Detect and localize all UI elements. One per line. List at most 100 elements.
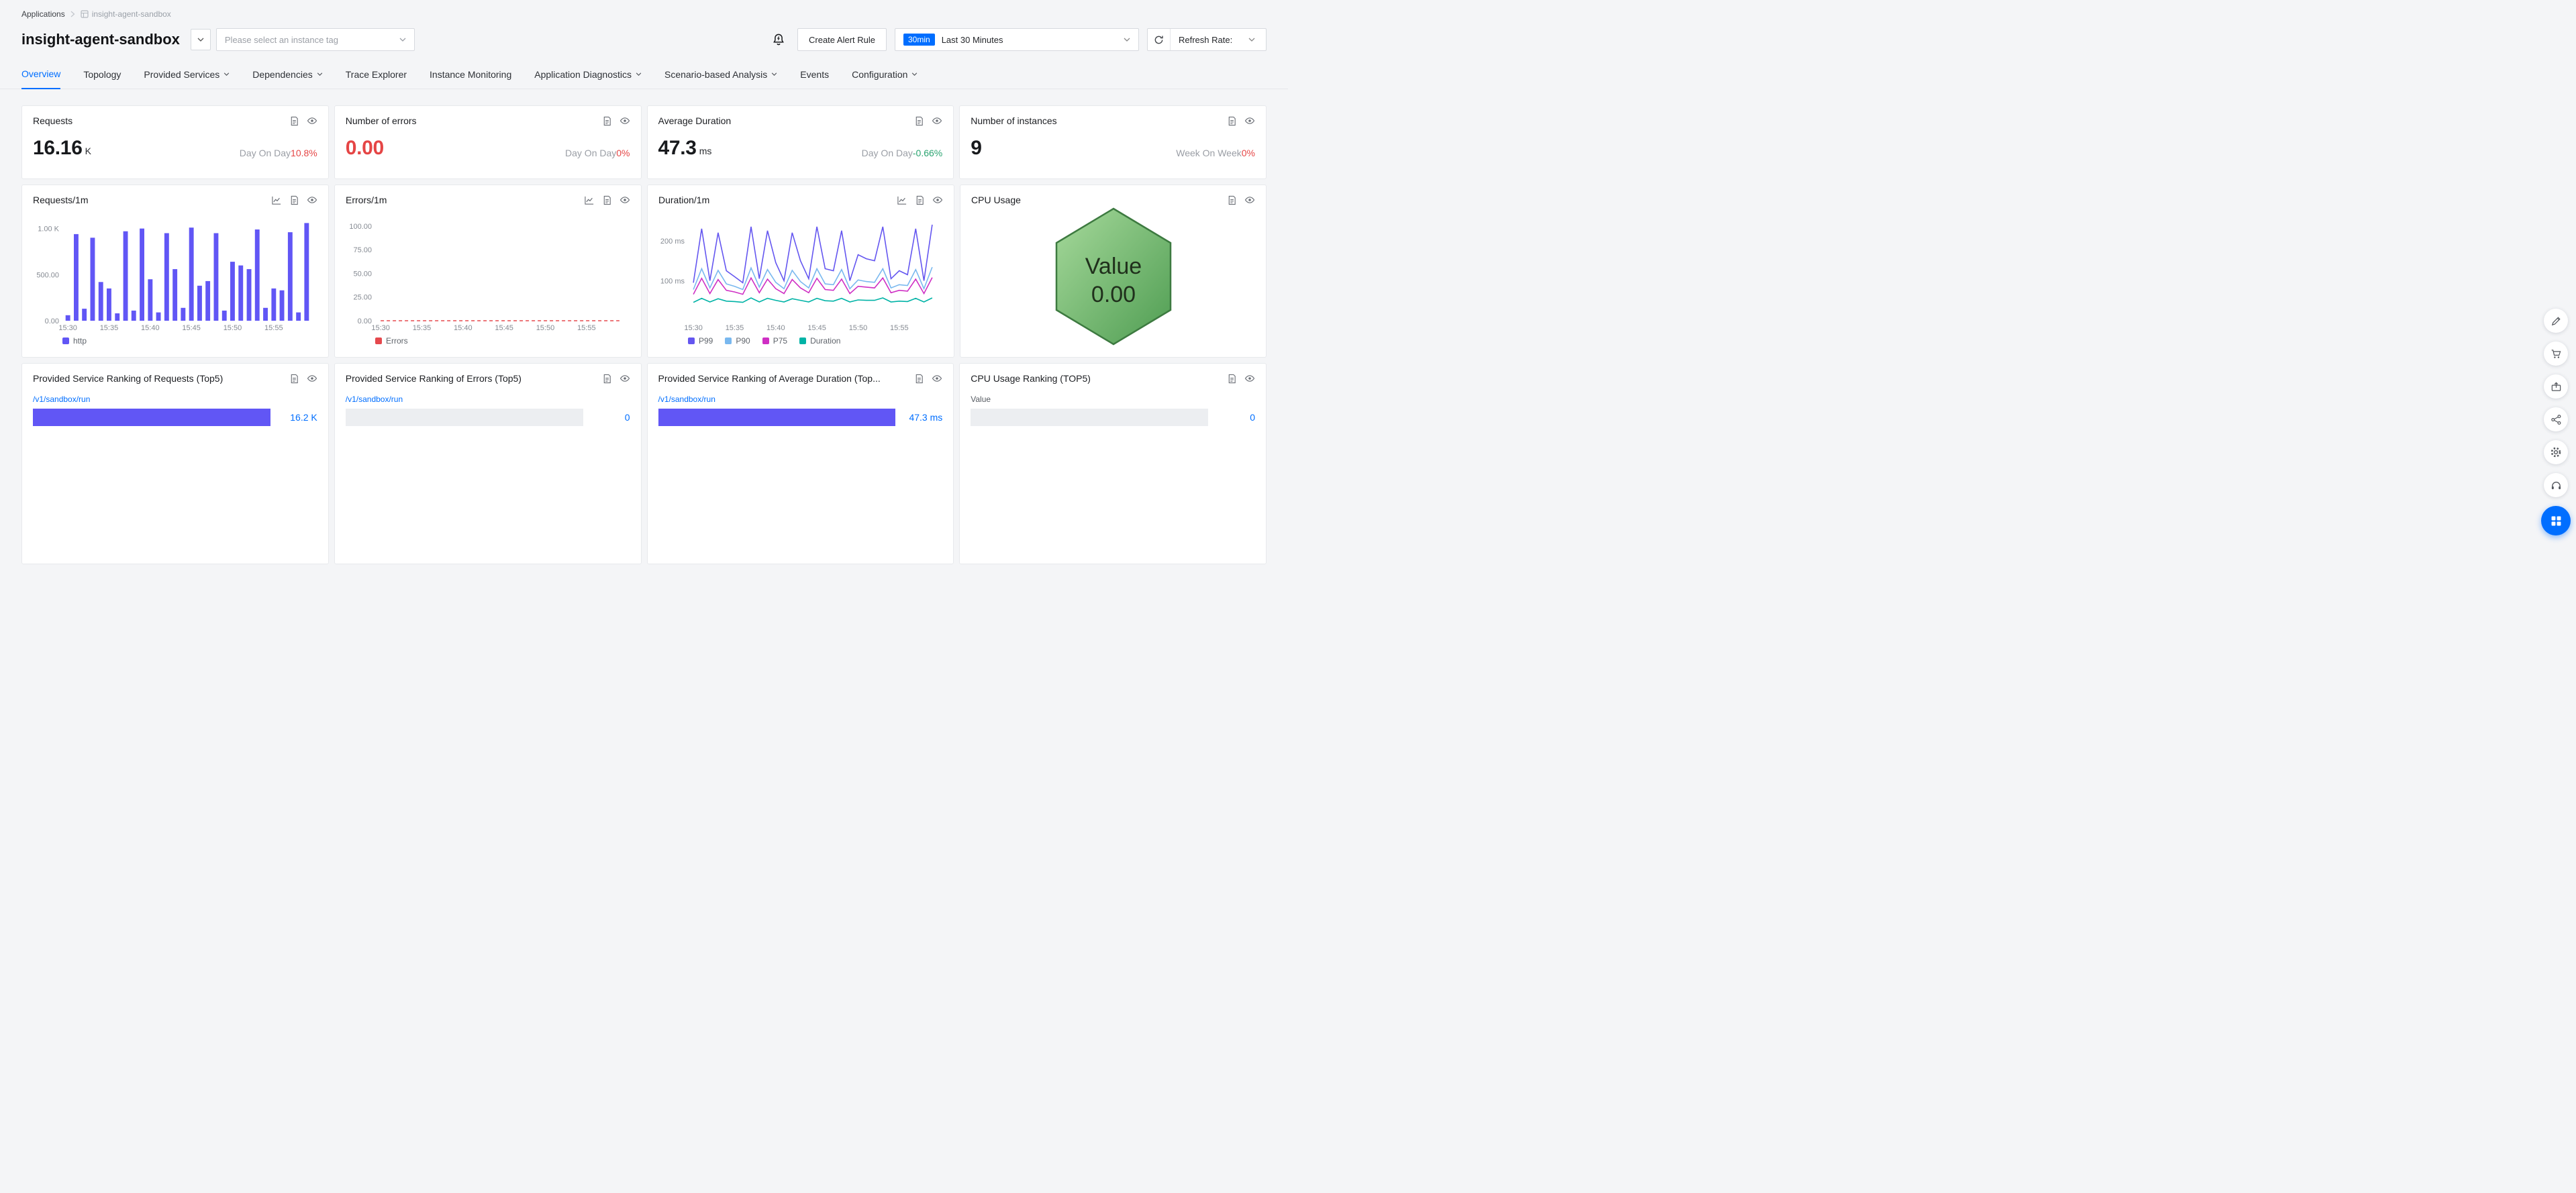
- rank-bar-track: [33, 409, 270, 426]
- doc-icon[interactable]: [602, 374, 612, 384]
- notification-bell-icon[interactable]: [772, 33, 785, 47]
- eye-icon[interactable]: [1244, 115, 1255, 126]
- tab-configuration[interactable]: Configuration: [852, 62, 918, 89]
- eye-icon[interactable]: [620, 115, 630, 126]
- trend-chart-icon[interactable]: [271, 195, 282, 205]
- rank-label: Value: [971, 395, 991, 404]
- eye-icon[interactable]: [620, 195, 630, 205]
- tab-instance-monitoring[interactable]: Instance Monitoring: [430, 62, 511, 89]
- breadcrumb-applications[interactable]: Applications: [21, 9, 65, 19]
- legend-item[interactable]: P99: [688, 336, 713, 346]
- tab-events[interactable]: Events: [800, 62, 829, 89]
- export-icon[interactable]: [2544, 374, 2568, 399]
- eye-icon[interactable]: [307, 373, 317, 384]
- rank-value: 16.2 K: [280, 412, 317, 423]
- legend-item[interactable]: P75: [762, 336, 787, 346]
- settings-gear-icon[interactable]: [2544, 440, 2568, 464]
- doc-icon[interactable]: [289, 195, 299, 205]
- tab-trace-explorer[interactable]: Trace Explorer: [346, 62, 407, 89]
- svg-text:50.00: 50.00: [353, 270, 372, 278]
- tab-label: Dependencies: [252, 69, 313, 80]
- chart-card-cpu-usage: CPU Usage Value 0.00: [960, 185, 1267, 358]
- chevron-down-icon: [197, 38, 204, 42]
- cpu-usage-hexagon[interactable]: Value 0.00: [971, 205, 1255, 348]
- tab-application-diagnostics[interactable]: Application Diagnostics: [534, 62, 642, 89]
- doc-icon[interactable]: [1227, 374, 1237, 384]
- stat-card-requests: Requests 16.16K Day On Day10.8%: [21, 105, 329, 179]
- refresh-icon: [1154, 35, 1164, 45]
- legend-item[interactable]: Errors: [375, 336, 408, 346]
- eye-icon[interactable]: [932, 195, 943, 205]
- svg-text:75.00: 75.00: [353, 246, 372, 254]
- chevron-down-icon: [317, 72, 323, 76]
- tab-scenario-based-analysis[interactable]: Scenario-based Analysis: [664, 62, 777, 89]
- doc-icon[interactable]: [914, 116, 924, 126]
- cart-icon[interactable]: [2544, 342, 2568, 366]
- create-alert-rule-button[interactable]: Create Alert Rule: [797, 28, 887, 51]
- refresh-group: Refresh Rate:: [1147, 28, 1267, 51]
- edit-icon[interactable]: [2544, 309, 2568, 333]
- legend-item[interactable]: http: [62, 336, 87, 346]
- service-link[interactable]: /v1/sandbox/run: [33, 395, 90, 404]
- rank-row: Value 0: [971, 393, 1255, 426]
- chevron-down-icon: [1248, 38, 1255, 42]
- refresh-button[interactable]: [1148, 29, 1171, 50]
- trend-chart-icon[interactable]: [897, 195, 907, 205]
- chart-legend: Errors: [375, 334, 630, 348]
- stat-value: 0.00: [346, 137, 384, 159]
- duration-line-chart[interactable]: 100 ms200 ms15:3015:3515:4015:4515:5015:…: [658, 209, 943, 333]
- svg-text:15:45: 15:45: [495, 324, 513, 332]
- doc-icon[interactable]: [289, 374, 299, 384]
- doc-icon[interactable]: [1227, 195, 1237, 205]
- legend-item[interactable]: Duration: [799, 336, 840, 346]
- eye-icon[interactable]: [932, 373, 942, 384]
- share-icon[interactable]: [2544, 407, 2568, 431]
- eye-icon[interactable]: [1244, 373, 1255, 384]
- svg-text:25.00: 25.00: [353, 294, 372, 302]
- ranking-cards-row: Provided Service Ranking of Requests (To…: [0, 358, 1288, 564]
- errors-line-chart[interactable]: 0.0025.0050.0075.00100.0015:3015:3515:40…: [346, 209, 630, 333]
- chevron-down-icon: [636, 72, 642, 76]
- support-headset-icon[interactable]: [2544, 473, 2568, 497]
- card-title: Average Duration: [658, 115, 732, 126]
- app-switcher-button[interactable]: [191, 29, 211, 50]
- doc-icon[interactable]: [602, 195, 612, 205]
- tab-topology[interactable]: Topology: [83, 62, 121, 89]
- apps-grid-launcher[interactable]: [2541, 506, 2571, 535]
- service-link[interactable]: /v1/sandbox/run: [346, 395, 403, 404]
- card-title: Provided Service Ranking of Errors (Top5…: [346, 373, 522, 384]
- doc-icon[interactable]: [914, 374, 924, 384]
- service-link[interactable]: /v1/sandbox/run: [658, 395, 715, 404]
- time-range-badge: 30min: [903, 34, 935, 46]
- tab-overview[interactable]: Overview: [21, 62, 60, 89]
- svg-text:15:30: 15:30: [684, 324, 703, 332]
- time-range-select[interactable]: 30min Last 30 Minutes: [895, 28, 1139, 51]
- instance-tag-select[interactable]: Please select an instance tag: [216, 28, 415, 51]
- eye-icon[interactable]: [620, 373, 630, 384]
- apps-grid-icon: [2550, 515, 2563, 527]
- breadcrumb-chevron-icon: [70, 11, 75, 17]
- card-title: Requests/1m: [33, 195, 88, 205]
- doc-icon[interactable]: [602, 116, 612, 126]
- doc-icon[interactable]: [289, 116, 299, 126]
- eye-icon[interactable]: [932, 115, 942, 126]
- doc-icon[interactable]: [915, 195, 925, 205]
- page-title: insight-agent-sandbox: [21, 31, 180, 48]
- tab-dependencies[interactable]: Dependencies: [252, 62, 323, 89]
- card-title: Number of errors: [346, 115, 417, 126]
- requests-bar-chart[interactable]: 0.00500.001.00 K15:3015:3515:4015:4515:5…: [33, 209, 317, 333]
- legend-item[interactable]: P90: [725, 336, 750, 346]
- doc-icon[interactable]: [1227, 116, 1237, 126]
- stat-compare: Day On Day10.8%: [240, 148, 317, 158]
- svg-text:15:40: 15:40: [766, 324, 785, 332]
- tab-provided-services[interactable]: Provided Services: [144, 62, 230, 89]
- eye-icon[interactable]: [1244, 195, 1255, 205]
- trend-chart-icon[interactable]: [584, 195, 595, 205]
- eye-icon[interactable]: [307, 195, 317, 205]
- ranking-card-errors: Provided Service Ranking of Errors (Top5…: [334, 363, 642, 564]
- chevron-down-icon: [911, 72, 918, 76]
- refresh-rate-select[interactable]: Refresh Rate:: [1171, 29, 1266, 50]
- eye-icon[interactable]: [307, 115, 317, 126]
- rank-row: /v1/sandbox/run 47.3 ms: [658, 393, 943, 426]
- rank-value: 47.3 ms: [905, 412, 942, 423]
